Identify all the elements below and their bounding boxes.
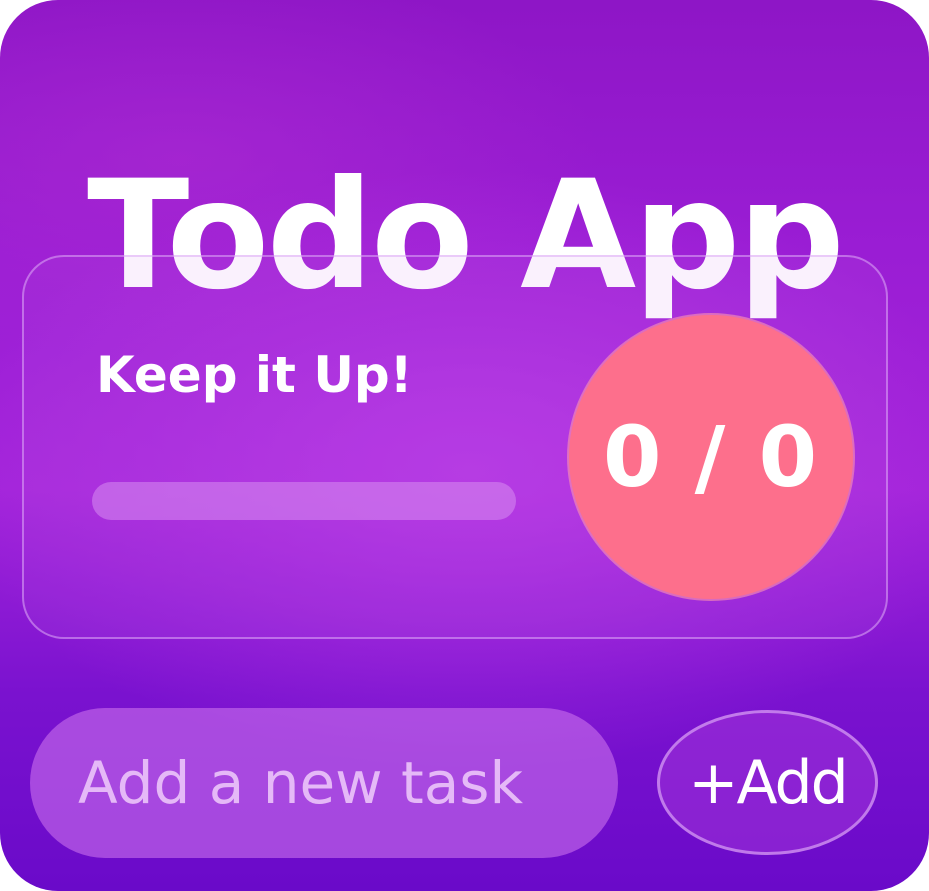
new-task-input[interactable] (30, 708, 618, 858)
progress-heading: Keep it Up! (96, 346, 413, 404)
todo-app: Todo App Keep it Up! 0 / 0 +Add (0, 0, 929, 891)
task-counter-badge: 0 / 0 (569, 315, 853, 599)
progress-bar (92, 482, 516, 520)
progress-card: Keep it Up! 0 / 0 (22, 255, 888, 639)
add-task-button[interactable]: +Add (657, 710, 878, 855)
